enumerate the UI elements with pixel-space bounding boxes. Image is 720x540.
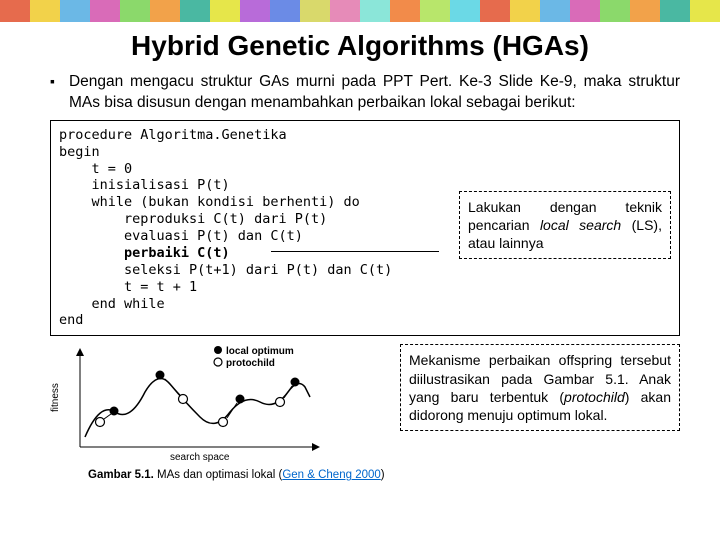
code-line: begin bbox=[59, 144, 671, 161]
chart-svg: fitness search space local optimum proto… bbox=[40, 342, 340, 467]
annotation-arrow bbox=[271, 251, 439, 253]
code-line: end bbox=[59, 312, 671, 329]
svg-text:local optimum: local optimum bbox=[226, 346, 294, 357]
figure-caption: Gambar 5.1. MAs dan optimasi lokal (Gen … bbox=[88, 469, 680, 481]
bottom-row: fitness search space local optimum proto… bbox=[50, 342, 680, 467]
code-line: seleksi P(t+1) dari P(t) dan C(t) bbox=[59, 262, 671, 279]
code-line: end while bbox=[59, 296, 671, 313]
code-line: t = 0 bbox=[59, 161, 671, 178]
chart-ylabel: fitness bbox=[50, 383, 61, 412]
svg-text:protochild: protochild bbox=[226, 358, 275, 369]
code-line: t = t + 1 bbox=[59, 279, 671, 296]
content-area: ▪ Dengan mengacu struktur GAs murni pada… bbox=[0, 72, 720, 481]
code-line: procedure Algoritma.Genetika bbox=[59, 127, 671, 144]
pseudocode-box: procedure Algoritma.Genetika begin t = 0… bbox=[50, 120, 680, 337]
decorative-top-border bbox=[0, 0, 720, 22]
bullet-item: ▪ Dengan mengacu struktur GAs murni pada… bbox=[50, 72, 680, 114]
slide: Hybrid Genetic Algorithms (HGAs) ▪ Denga… bbox=[0, 0, 720, 540]
annotation-box: Lakukan dengan teknik pencarian local se… bbox=[459, 191, 671, 260]
chart-xlabel: search space bbox=[170, 452, 230, 463]
bullet-marker: ▪ bbox=[50, 72, 55, 114]
explanation-box: Mekanisme perbaikan offspring tersebut d… bbox=[400, 344, 680, 431]
fitness-chart: fitness search space local optimum proto… bbox=[40, 342, 340, 467]
citation-link[interactable]: Gen & Cheng 2000 bbox=[282, 469, 380, 481]
slide-title: Hybrid Genetic Algorithms (HGAs) bbox=[0, 30, 720, 62]
bullet-text: Dengan mengacu struktur GAs murni pada P… bbox=[69, 72, 680, 114]
